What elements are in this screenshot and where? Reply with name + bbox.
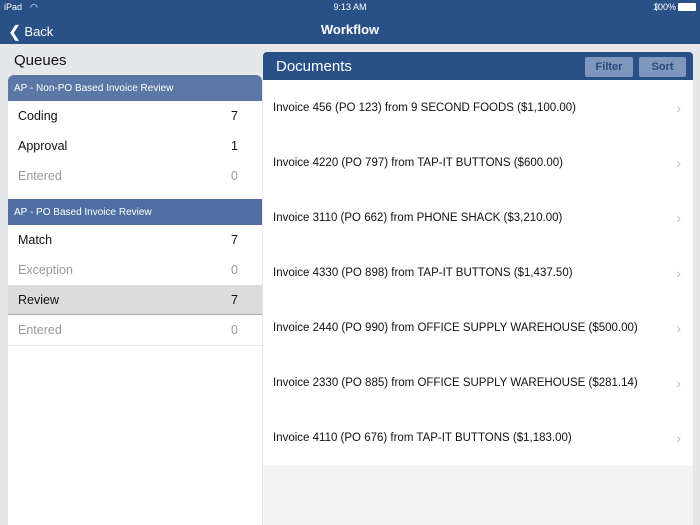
queue-label: Approval: [18, 139, 68, 153]
nav-bar: ❮ Back Workflow: [0, 14, 700, 44]
queue-label: Entered: [18, 169, 62, 183]
queue-label: Coding: [18, 109, 58, 123]
queue-count: 7: [231, 233, 238, 247]
document-row[interactable]: Invoice 2330 (PO 885) from OFFICE SUPPLY…: [263, 355, 693, 410]
queue-group-header: AP - PO Based Invoice Review: [8, 199, 262, 225]
queue-item-approval[interactable]: Approval 1: [8, 131, 262, 161]
document-row[interactable]: Invoice 4110 (PO 676) from TAP-IT BUTTON…: [263, 410, 693, 465]
chevron-right-icon: ›: [676, 429, 681, 446]
document-row[interactable]: Invoice 4220 (PO 797) from TAP-IT BUTTON…: [263, 135, 693, 190]
document-row[interactable]: Invoice 3110 (PO 662) from PHONE SHACK (…: [263, 190, 693, 245]
documents-panel: Documents Filter Sort Invoice 456 (PO 12…: [263, 52, 693, 525]
document-label: Invoice 456 (PO 123) from 9 SECOND FOODS…: [273, 101, 576, 114]
page-title: Workflow: [320, 22, 380, 37]
queue-count: 7: [231, 109, 238, 123]
queue-group-header: AP - Non-PO Based Invoice Review: [8, 75, 262, 101]
document-row[interactable]: Invoice 456 (PO 123) from 9 SECOND FOODS…: [263, 80, 693, 135]
chevron-right-icon: ›: [676, 209, 681, 226]
queue-item-entered[interactable]: Entered 0: [8, 315, 262, 345]
status-bar: iPad ◠ 9:13 AM ᛒ 100%: [0, 0, 700, 14]
queue-count: 0: [231, 169, 238, 183]
queue-label: Review: [18, 292, 59, 307]
documents-title: Documents: [276, 58, 352, 75]
chevron-right-icon: ›: [676, 99, 681, 116]
queue-item-exception[interactable]: Exception 0: [8, 255, 262, 285]
document-label: Invoice 4110 (PO 676) from TAP-IT BUTTON…: [273, 431, 572, 444]
clock: 9:13 AM: [333, 2, 367, 12]
queues-title: Queues: [14, 52, 67, 69]
queue-label: Entered: [18, 323, 62, 337]
document-label: Invoice 2330 (PO 885) from OFFICE SUPPLY…: [273, 376, 638, 389]
battery-icon: [678, 3, 696, 11]
queue-item-match[interactable]: Match 7: [8, 225, 262, 255]
chevron-right-icon: ›: [676, 319, 681, 336]
document-row[interactable]: Invoice 4330 (PO 898) from TAP-IT BUTTON…: [263, 245, 693, 300]
document-label: Invoice 4330 (PO 898) from TAP-IT BUTTON…: [273, 266, 573, 279]
queue-item-entered[interactable]: Entered 0: [8, 161, 262, 191]
document-label: Invoice 3110 (PO 662) from PHONE SHACK (…: [273, 211, 563, 224]
queue-count: 0: [231, 263, 238, 277]
queue-label: Match: [18, 233, 53, 247]
queue-item-coding[interactable]: Coding 7: [8, 101, 262, 131]
filter-button[interactable]: Filter: [585, 57, 633, 77]
documents-header: Documents Filter Sort: [263, 52, 693, 80]
document-row[interactable]: Invoice 2440 (PO 990) from OFFICE SUPPLY…: [263, 300, 693, 355]
queue-count: 0: [231, 323, 238, 337]
queue-count: 7: [231, 292, 238, 307]
queues-panel: Queues AP - Non-PO Based Invoice Review …: [8, 44, 262, 525]
queue-item-review[interactable]: Review 7: [8, 285, 262, 315]
chevron-right-icon: ›: [676, 264, 681, 281]
document-list: Invoice 456 (PO 123) from 9 SECOND FOODS…: [263, 80, 693, 465]
queue-label: Exception: [18, 263, 73, 277]
chevron-right-icon: ›: [676, 154, 681, 171]
queue-count: 1: [231, 139, 238, 153]
sort-button[interactable]: Sort: [639, 57, 686, 77]
chevron-right-icon: ›: [676, 374, 681, 391]
document-label: Invoice 2440 (PO 990) from OFFICE SUPPLY…: [273, 321, 638, 334]
battery-percent: 100%: [652, 2, 676, 12]
document-label: Invoice 4220 (PO 797) from TAP-IT BUTTON…: [273, 156, 563, 169]
